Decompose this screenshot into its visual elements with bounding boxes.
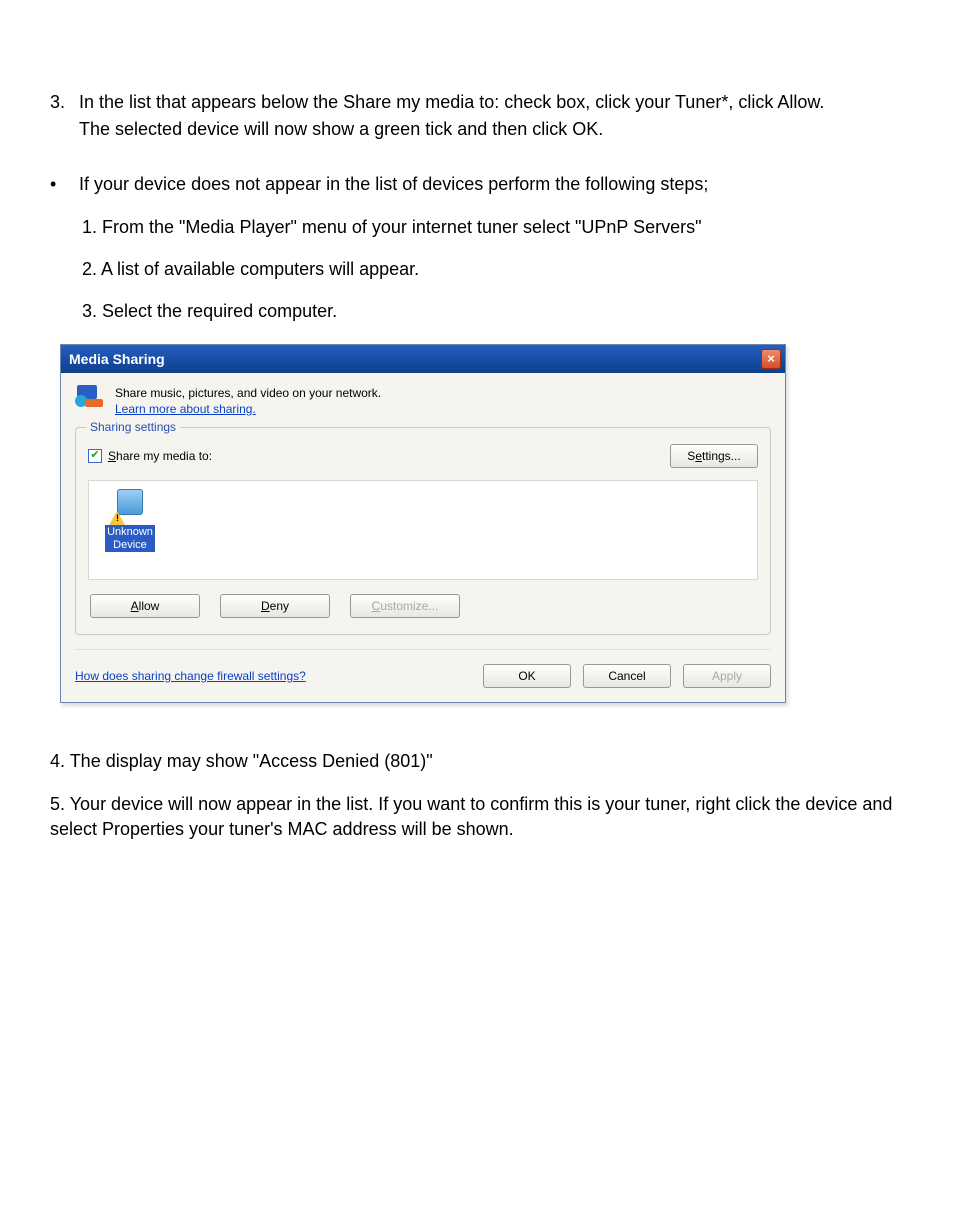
bullet-row: • If your device does not appear in the …: [50, 172, 904, 196]
titlebar[interactable]: Media Sharing ×: [61, 345, 785, 373]
substep-3: 3. Select the required computer.: [82, 299, 904, 323]
device-label: UnknownDevice: [105, 525, 155, 552]
deny-button[interactable]: Deny: [220, 594, 330, 618]
share-checkbox-label: Share my media to:: [108, 449, 212, 463]
media-sharing-dialog: Media Sharing × Share music, pictures, a…: [60, 344, 786, 703]
checkbox-icon: ✔: [88, 449, 102, 463]
ok-button[interactable]: OK: [483, 664, 571, 688]
close-button[interactable]: ×: [761, 349, 781, 369]
customize-button: Customize...: [350, 594, 460, 618]
allow-button[interactable]: Allow: [90, 594, 200, 618]
step-3-line1: In the list that appears below the Share…: [79, 92, 824, 112]
intro-text: Share music, pictures, and video on your…: [115, 385, 381, 401]
dialog-title: Media Sharing: [69, 351, 165, 367]
step-3-number: 3.: [50, 90, 74, 115]
apply-button: Apply: [683, 664, 771, 688]
cancel-button[interactable]: Cancel: [583, 664, 671, 688]
step-4: 4. The display may show "Access Denied (…: [50, 749, 904, 774]
media-share-icon: [75, 385, 105, 415]
substep-1: 1. From the "Media Player" menu of your …: [82, 215, 904, 239]
firewall-settings-link[interactable]: How does sharing change firewall setting…: [75, 669, 306, 683]
device-icon: !: [113, 489, 147, 523]
close-icon: ×: [767, 352, 775, 365]
settings-button[interactable]: Settings...: [670, 444, 758, 468]
sharing-settings-group: Sharing settings ✔ Share my media to: Se…: [75, 427, 771, 635]
bullet-dot: •: [50, 172, 74, 196]
step-3-line2: The selected device will now show a gree…: [79, 117, 899, 142]
step-3: 3. In the list that appears below the Sh…: [50, 90, 904, 142]
learn-more-link[interactable]: Learn more about sharing.: [115, 402, 256, 416]
substep-2: 2. A list of available computers will ap…: [82, 257, 904, 281]
bullet-text: If your device does not appear in the li…: [79, 172, 899, 196]
group-legend: Sharing settings: [86, 420, 180, 434]
device-unknown[interactable]: ! UnknownDevice: [97, 489, 163, 552]
device-list[interactable]: ! UnknownDevice: [88, 480, 758, 580]
step-5: 5. Your device will now appear in the li…: [50, 792, 904, 842]
share-my-media-checkbox[interactable]: ✔ Share my media to:: [88, 449, 212, 463]
